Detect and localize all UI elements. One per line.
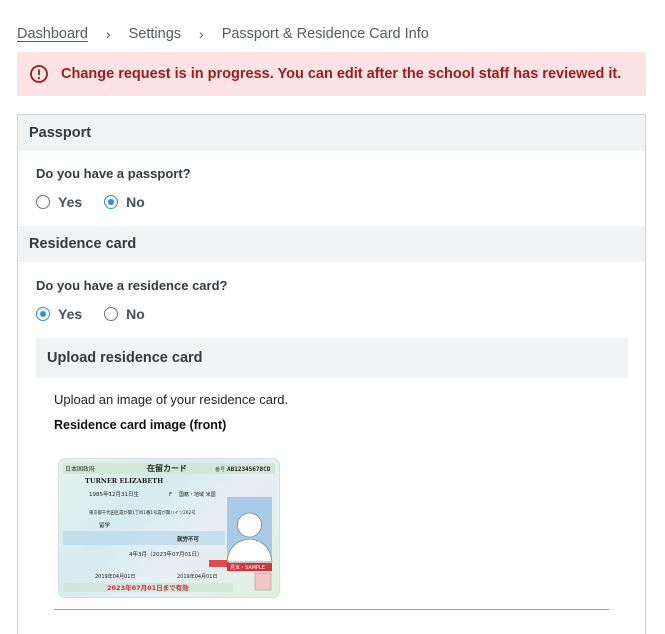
residence-radio-group: Yes No xyxy=(36,306,167,322)
card-expiry: 2023年07月01日まで有効 xyxy=(107,583,189,592)
info-circle-icon xyxy=(29,64,49,84)
change-request-alert: Change request is in progress. You can e… xyxy=(17,52,646,96)
card-number: AB12345678CD xyxy=(227,466,271,473)
residence-no-option[interactable]: No xyxy=(104,306,145,322)
passport-section-title: Passport xyxy=(18,115,645,151)
passport-no-option[interactable]: No xyxy=(104,194,145,210)
residence-yes-label: Yes xyxy=(58,306,83,322)
residence-section-title: Residence card xyxy=(18,226,645,262)
passport-no-radio[interactable] xyxy=(104,195,119,209)
passport-radio-group: Yes No xyxy=(36,194,167,210)
breadcrumb-separator: › xyxy=(199,26,204,42)
card-sex: F xyxy=(169,492,172,498)
passport-yes-label: Yes xyxy=(58,194,83,210)
breadcrumb: Dashboard › Settings › Passport & Reside… xyxy=(17,25,429,43)
card-name: TURNER ELIZABETH xyxy=(85,477,163,485)
residence-yes-radio[interactable] xyxy=(36,307,50,321)
card-sample-mark: 見本・SAMPLE xyxy=(230,564,265,571)
card-status: 留学 xyxy=(99,521,111,529)
section-divider xyxy=(54,609,609,610)
passport-yes-option[interactable]: Yes xyxy=(36,194,82,210)
card-address: 東京都千代田区霞が関1丁目1番1号霞が関ハイツ202号 xyxy=(89,509,196,516)
card-issue-date: 2019年04月01日 xyxy=(177,573,217,580)
residence-yes-option[interactable]: Yes xyxy=(36,306,82,322)
residence-no-radio[interactable] xyxy=(104,307,119,321)
breadcrumb-current: Passport & Residence Card Info xyxy=(221,26,429,42)
residence-card-image[interactable]: 日本国政府 在留カード 番号 AB12345678CD TURNER ELIZA… xyxy=(59,459,279,597)
card-number-label: 番号 xyxy=(215,466,225,473)
card-header-title: 在留カード xyxy=(147,463,187,473)
passport-question: Do you have a passport? xyxy=(36,166,191,181)
image-front-label: Residence card image (front) xyxy=(54,418,227,432)
card-birth: 1985年12月31日生 xyxy=(89,490,139,498)
passport-no-label: No xyxy=(126,194,145,210)
breadcrumb-settings-link[interactable]: Settings xyxy=(129,26,181,42)
card-permit-date: 2019年04月01日 xyxy=(95,573,135,580)
card-period: 4年3月（2023年07月01日） xyxy=(129,550,203,558)
upload-hint: Upload an image of your residence card. xyxy=(54,392,289,407)
card-work: 就労不可 xyxy=(177,535,200,543)
documents-panel: Passport Do you have a passport? Yes No … xyxy=(17,114,646,634)
card-header-left: 日本国政府 xyxy=(65,465,95,473)
breadcrumb-separator: › xyxy=(105,26,111,42)
alert-message: Change request is in progress. You can e… xyxy=(61,66,622,82)
residence-no-label: No xyxy=(126,306,145,322)
residence-card-picture: 日本国政府 在留カード 番号 AB12345678CD TURNER ELIZA… xyxy=(63,463,275,592)
card-nationality: 国籍・地域 米国 xyxy=(179,491,216,498)
upload-section-title: Upload residence card xyxy=(36,338,628,378)
passport-yes-radio[interactable] xyxy=(36,195,50,209)
breadcrumb-dashboard-link[interactable]: Dashboard xyxy=(17,26,88,42)
residence-question: Do you have a residence card? xyxy=(36,278,228,293)
